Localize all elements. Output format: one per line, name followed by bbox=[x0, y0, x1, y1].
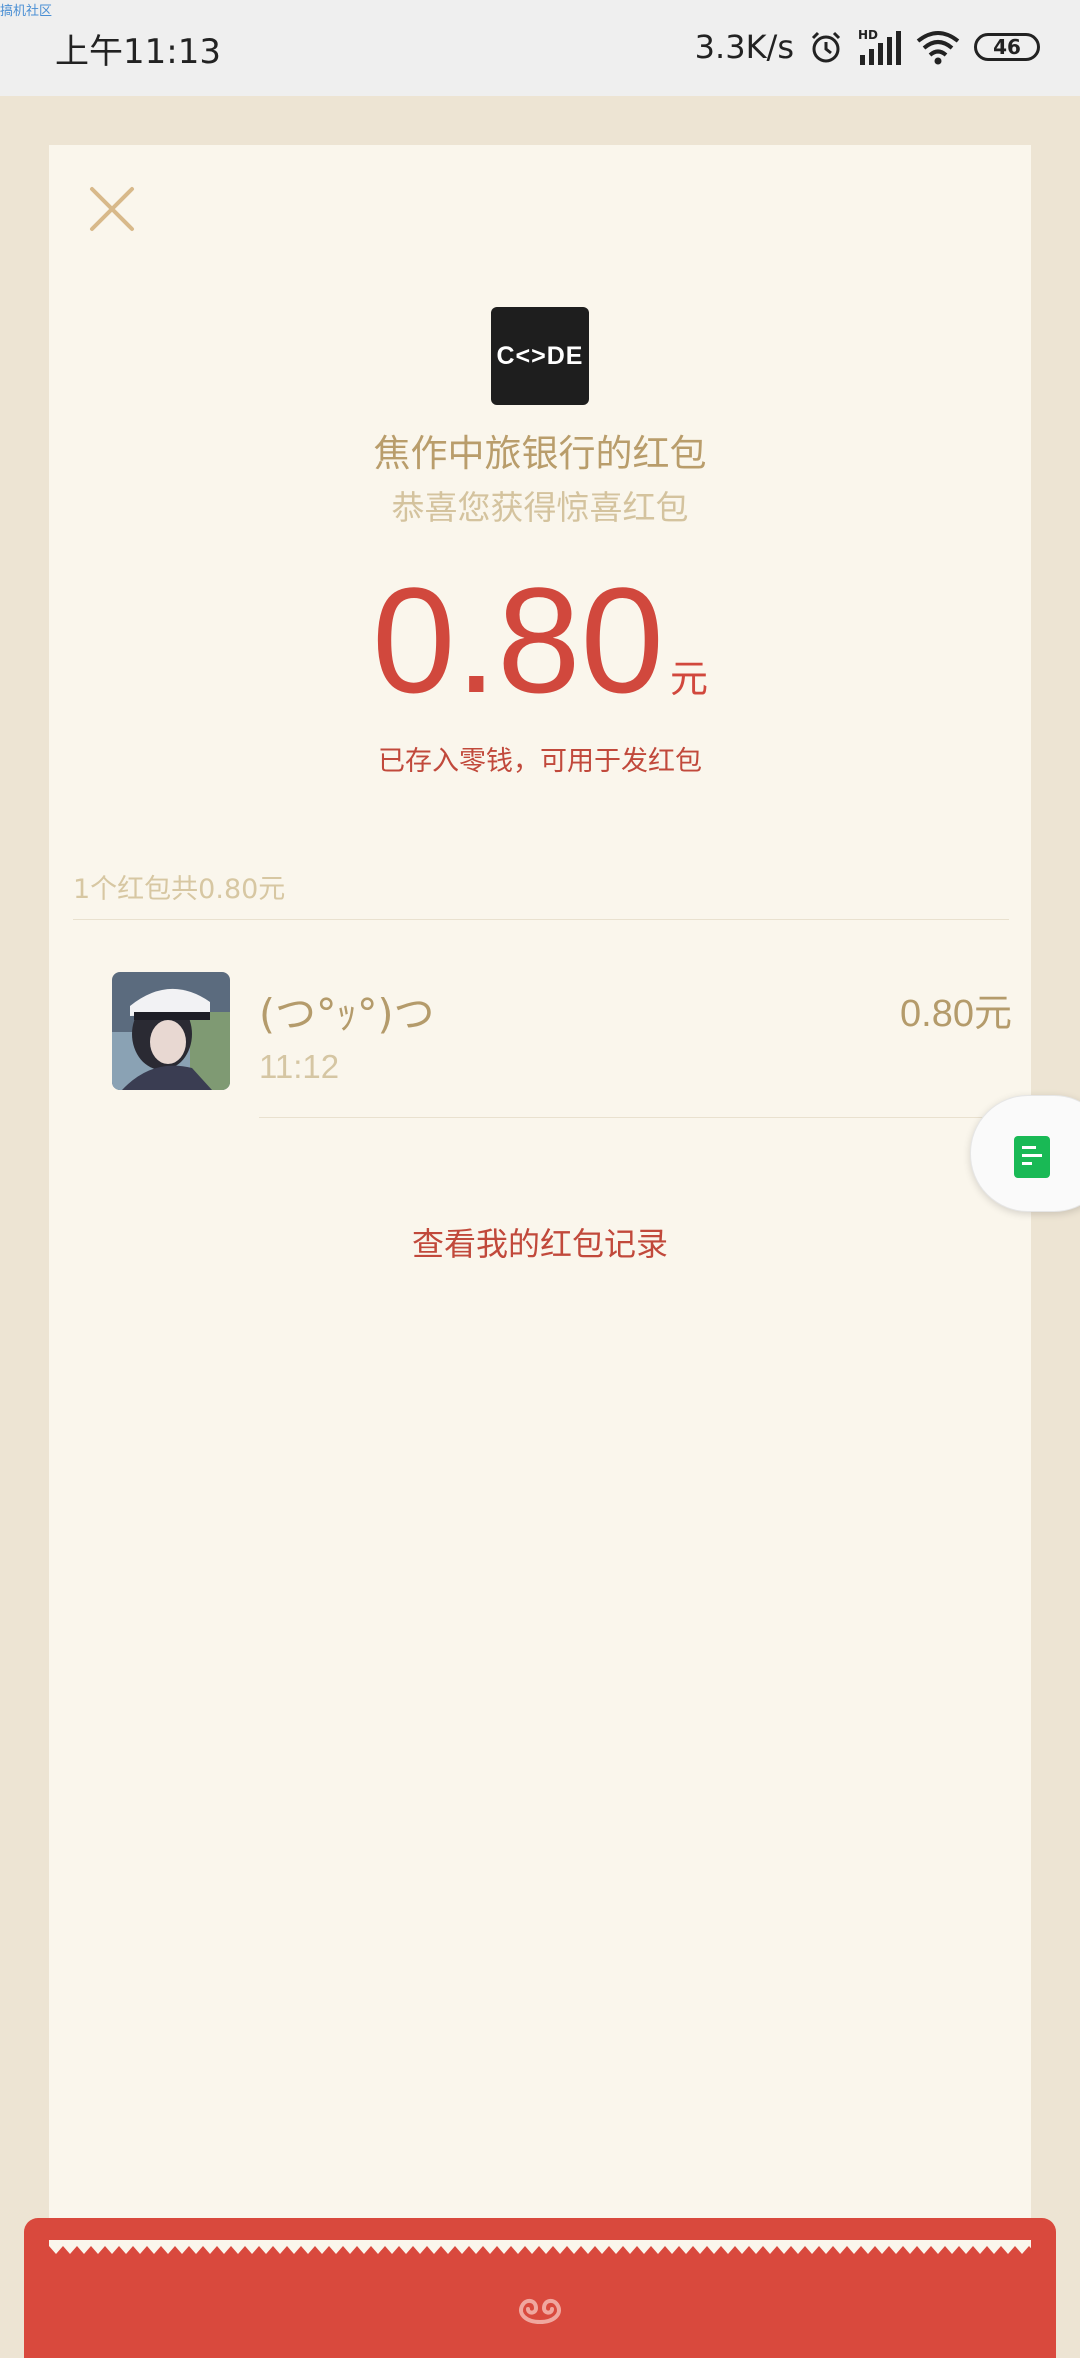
avatar bbox=[112, 972, 230, 1090]
network-speed: 3.3K/s bbox=[694, 28, 794, 66]
amount-value: 0.80 bbox=[372, 556, 664, 724]
cloud-emblem-icon bbox=[519, 2299, 561, 2324]
packet-summary: 1个红包共0.80元 bbox=[73, 874, 286, 905]
amount-display: 0.80 元 bbox=[49, 565, 1031, 715]
floating-note-button[interactable] bbox=[970, 1095, 1080, 1212]
sender-title: 焦作中旅银行的红包 bbox=[373, 432, 707, 475]
close-icon[interactable] bbox=[82, 179, 142, 239]
recipient-row[interactable]: (つ°ｯ°)つ 11:12 0.80元 bbox=[112, 972, 1012, 1152]
status-time: 上午11:13 bbox=[55, 32, 221, 72]
recipient-amount: 0.80元 bbox=[900, 993, 1012, 1035]
recipient-name: (つ°ｯ°)つ bbox=[259, 990, 435, 1038]
red-packet-card: C<>DE 焦作中旅银行的红包 恭喜您获得惊喜红包 0.80 元 已存入零钱，可用… bbox=[49, 145, 1031, 2340]
battery-indicator: 46 bbox=[974, 33, 1040, 61]
svg-text:HD: HD bbox=[858, 28, 878, 42]
view-history-link[interactable]: 查看我的红包记录 bbox=[49, 1219, 1031, 1265]
signal-icon: HD bbox=[858, 28, 901, 65]
watermark: 搞机社区 bbox=[0, 4, 53, 19]
recipient-time: 11:12 bbox=[259, 1048, 340, 1085]
status-bar: 上午11:13 3.3K/s HD 46 bbox=[0, 0, 1080, 96]
wifi-icon bbox=[916, 31, 960, 65]
packet-subtitle: 恭喜您获得惊喜红包 bbox=[391, 488, 689, 527]
amount-unit: 元 bbox=[669, 657, 708, 701]
alarm-icon bbox=[811, 31, 841, 63]
status-icons: 3.3K/s HD 46 bbox=[695, 22, 1040, 72]
divider bbox=[259, 1117, 1019, 1118]
divider bbox=[73, 919, 1009, 920]
zigzag-edge bbox=[49, 2240, 1031, 2254]
sender-logo: C<>DE bbox=[491, 307, 589, 405]
note-icon bbox=[1014, 1136, 1050, 1178]
amount-note: 已存入零钱，可用于发红包 bbox=[378, 746, 702, 777]
